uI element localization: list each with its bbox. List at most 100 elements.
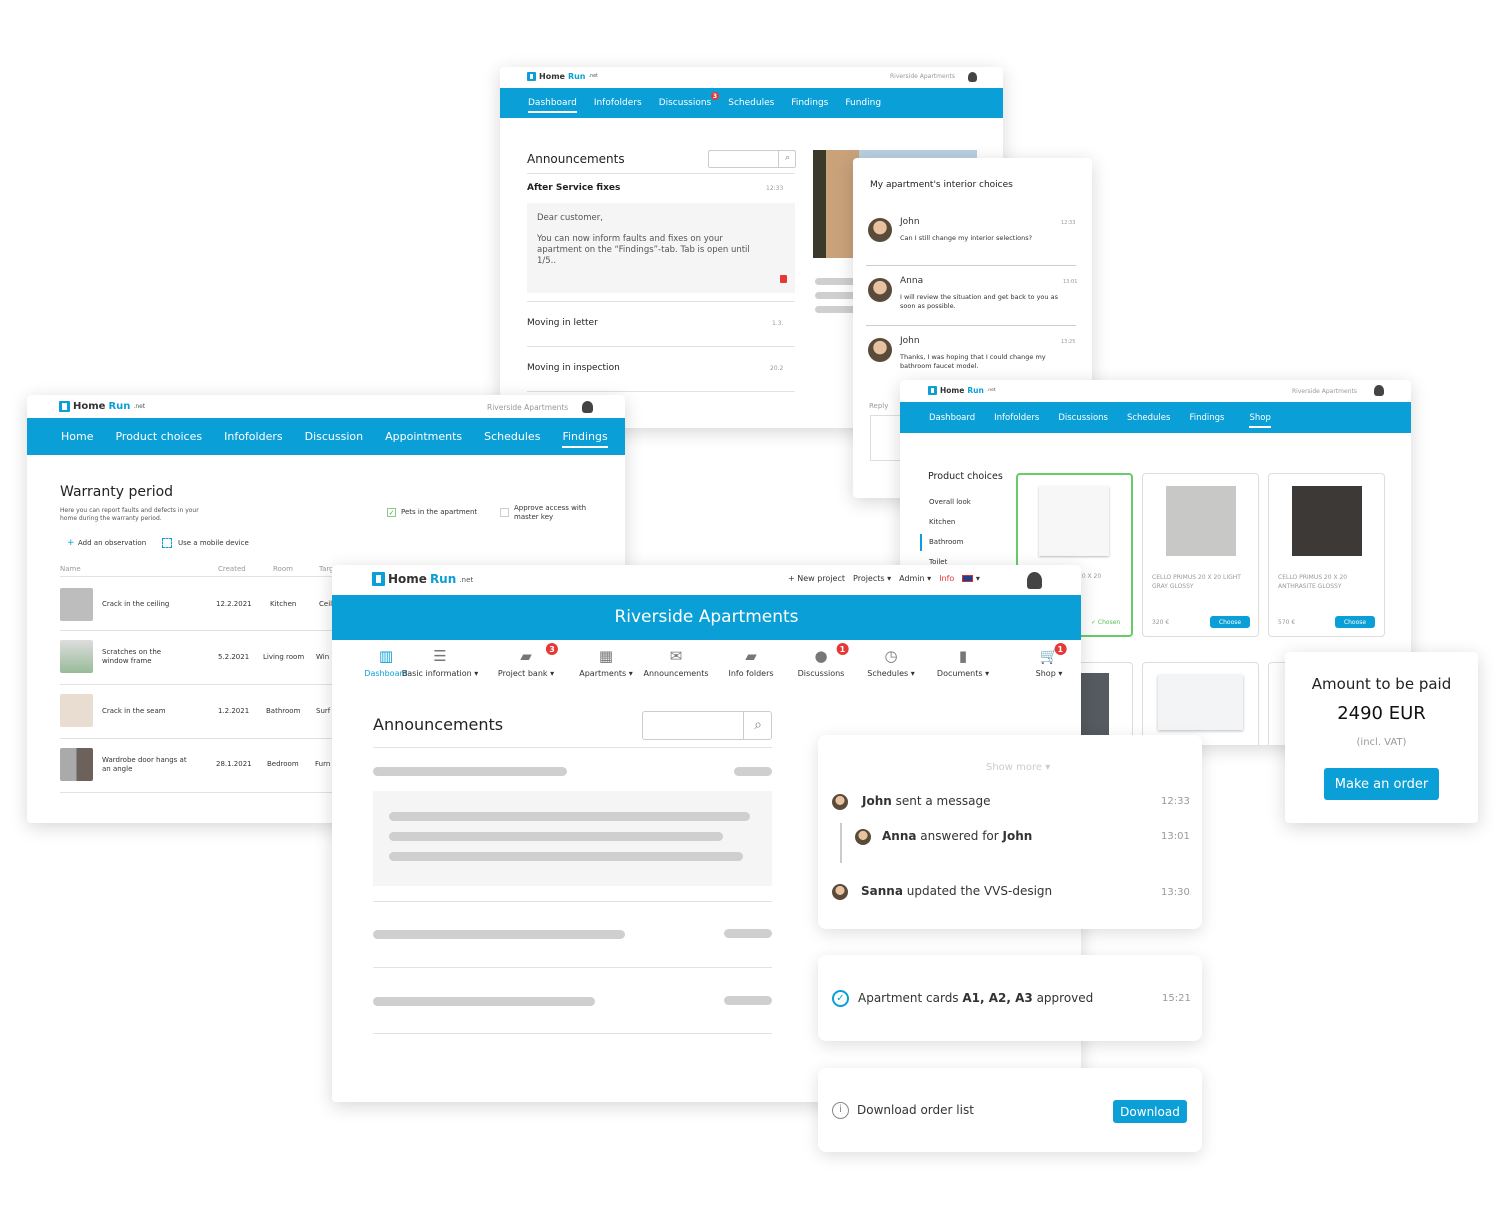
category-bathroom[interactable]: Bathroom: [929, 538, 963, 546]
notification-badge: 1: [836, 643, 849, 655]
announcement-title[interactable]: Moving in inspection: [527, 363, 620, 373]
category-kitchen[interactable]: Kitchen: [929, 518, 955, 526]
nav-discussion[interactable]: Discussion: [305, 430, 364, 443]
menu-item-announcements[interactable]: ✉ Announcements: [643, 647, 708, 678]
nav-findings[interactable]: Findings: [562, 430, 609, 448]
nav-dashboard[interactable]: Dashboard: [528, 98, 577, 113]
nav-home[interactable]: Home: [61, 430, 93, 443]
pdf-attachment-icon[interactable]: [780, 275, 787, 283]
product-price: 320 €: [1152, 619, 1170, 626]
active-category-marker: [920, 534, 922, 551]
notification-badge: 3: [546, 643, 559, 655]
reply-label: Reply: [869, 402, 889, 410]
search-icon[interactable]: ⌕: [743, 711, 772, 740]
project-title: Riverside Apartments: [614, 607, 799, 627]
make-order-button[interactable]: Make an order: [1324, 768, 1439, 800]
discussions-badge: 3: [711, 92, 719, 100]
product-card[interactable]: CELLO PRIMUS 20 X 20 ANTHRASITE GLOSSY 5…: [1268, 473, 1385, 637]
product-price: 570 €: [1278, 619, 1296, 626]
nav-findings[interactable]: Findings: [1189, 413, 1224, 423]
language-menu[interactable]: ▾: [962, 574, 980, 583]
finding-photo: [60, 588, 93, 621]
menu-item-project-bank[interactable]: ▰ Project bank ▾ 3: [498, 643, 559, 678]
activity-time: 12:33: [1161, 796, 1190, 807]
nav-appointments[interactable]: Appointments: [385, 430, 462, 443]
nav-shop[interactable]: Shop: [1249, 413, 1272, 428]
activity-item: John sent a message: [862, 794, 991, 808]
menu-item-schedules[interactable]: ◷ Schedules ▾: [867, 647, 915, 678]
admin-menu[interactable]: Admin ▾: [899, 574, 931, 583]
nav-schedules[interactable]: Schedules: [728, 98, 774, 108]
nav-schedules[interactable]: Schedules: [484, 430, 540, 443]
download-card: i Download order list Download: [818, 1068, 1202, 1152]
message-author: John: [900, 217, 920, 227]
menu-item-apartments[interactable]: ▦ Apartments ▾: [579, 647, 633, 678]
user-icon[interactable]: [582, 401, 593, 413]
finding-target: Win: [316, 653, 330, 661]
product-card[interactable]: CELLO PRIMUS 20 X 20 LIGHT GRAY GLOSSY 3…: [1142, 473, 1259, 637]
mobile-device-link[interactable]: Use a mobile device: [178, 539, 249, 547]
nav-discussions[interactable]: Discussions: [1058, 413, 1108, 423]
activity-time: 13:30: [1161, 887, 1190, 898]
nav-infofolders[interactable]: Infofolders: [994, 413, 1039, 423]
finding-created: 12.2.2021: [216, 600, 252, 608]
column-header[interactable]: Name: [60, 565, 81, 573]
announcement-title[interactable]: After Service fixes: [527, 183, 620, 193]
product-card[interactable]: [1142, 662, 1259, 745]
user-icon[interactable]: [968, 72, 977, 82]
menu-item-label: Basic information ▾: [401, 669, 479, 678]
info-link[interactable]: Info: [939, 574, 954, 583]
product-card[interactable]: [1072, 662, 1133, 745]
finding-room: Bedroom: [267, 760, 299, 768]
nav-funding[interactable]: Funding: [845, 98, 881, 108]
activity-time: 13:01: [1161, 831, 1190, 842]
chosen-status: ✓ Chosen: [1091, 619, 1121, 626]
nav-findings[interactable]: Findings: [791, 98, 828, 108]
project-name: Riverside Apartments: [487, 403, 569, 412]
message-time: 13:25: [1061, 339, 1076, 345]
product-image: [1039, 486, 1109, 556]
announcement-title[interactable]: Moving in letter: [527, 318, 598, 328]
choose-button[interactable]: Choose: [1335, 616, 1375, 628]
new-project-link[interactable]: + New project: [788, 574, 845, 583]
finding-target: Furn: [315, 760, 331, 768]
list-icon: ☰: [433, 647, 447, 665]
choose-button[interactable]: Choose: [1210, 616, 1250, 628]
master-key-checkbox[interactable]: [500, 508, 509, 517]
notification-badge: 1: [1054, 643, 1067, 655]
search-icon[interactable]: ⌕: [778, 150, 796, 168]
menu-item-info-folders[interactable]: ▰ Info folders: [728, 647, 773, 678]
nav-infofolders[interactable]: Infofolders: [594, 98, 642, 108]
master-key-label: Approve access with master key: [514, 504, 587, 521]
user-icon[interactable]: [1374, 385, 1384, 396]
nav-product-choices[interactable]: Product choices: [115, 430, 202, 443]
pets-label: Pets in the apartment: [401, 508, 478, 516]
menu-item-basic-information[interactable]: ☰ Basic information ▾: [402, 647, 478, 678]
activity-item: Anna answered for John: [882, 829, 1033, 843]
menu-item-discussions[interactable]: ● Discussions 1: [798, 643, 849, 678]
download-button[interactable]: Download: [1113, 1100, 1187, 1123]
plus-icon: +: [67, 538, 75, 548]
product-image: [1292, 486, 1362, 556]
category-overall-look[interactable]: Overall look: [929, 498, 971, 506]
add-observation-link[interactable]: Add an observation: [78, 539, 146, 547]
message-author: John: [900, 336, 920, 346]
show-more-link[interactable]: Show more ▾: [986, 762, 1050, 773]
thread-line: [840, 823, 842, 863]
finding-name: Scratches on the window frame: [102, 648, 162, 665]
nav-dashboard[interactable]: Dashboard: [929, 413, 975, 423]
user-icon[interactable]: [1027, 572, 1042, 589]
projects-menu[interactable]: Projects ▾: [853, 574, 891, 583]
nav-discussions[interactable]: Discussions: [659, 98, 712, 108]
menu-item-label: Announcements: [643, 669, 709, 678]
pets-checkbox[interactable]: ✓: [387, 508, 396, 517]
nav-infofolders[interactable]: Infofolders: [224, 430, 282, 443]
column-header[interactable]: Room: [273, 565, 293, 573]
finding-created: 1.2.2021: [218, 707, 250, 715]
nav-schedules[interactable]: Schedules: [1127, 413, 1171, 423]
message-time: 12:33: [1061, 220, 1076, 226]
column-header[interactable]: Created: [218, 565, 246, 573]
menu-item-documents[interactable]: ▮ Documents ▾: [937, 647, 989, 678]
document-icon: ▮: [958, 647, 968, 665]
menu-item-shop[interactable]: 🛒 Shop ▾ 1: [1036, 643, 1067, 678]
